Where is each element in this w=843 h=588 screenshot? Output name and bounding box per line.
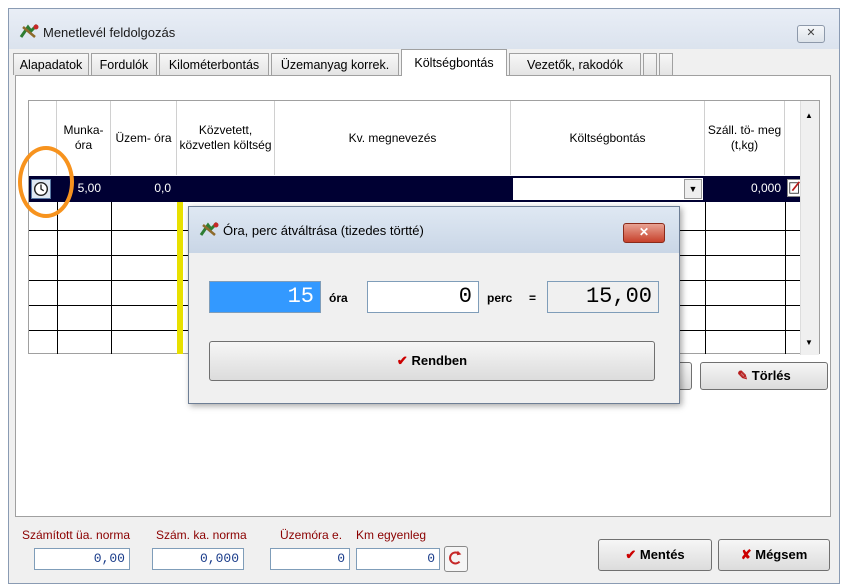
szamitott-label: Számított üa. norma bbox=[22, 528, 131, 542]
torles-label: Törlés bbox=[751, 368, 791, 383]
chevron-down-icon[interactable]: ▼ bbox=[684, 179, 702, 199]
dialog-close-button[interactable]: ✕ bbox=[623, 223, 665, 243]
tab-kilometerbontas[interactable]: Kilométerbontás bbox=[159, 53, 269, 75]
grid-selected-row[interactable]: 5,00 0,0 ▼ 0,000 bbox=[29, 176, 803, 202]
window-close-button[interactable]: ✕ bbox=[797, 25, 825, 43]
km-label: Km egyenleg bbox=[356, 528, 427, 542]
tab-alapadatok[interactable]: Alapadatok bbox=[13, 53, 89, 75]
megsem-label: Mégsem bbox=[755, 547, 808, 562]
hours-input[interactable]: 15 bbox=[209, 281, 321, 313]
tab-blank-2[interactable] bbox=[659, 53, 673, 75]
row-uzem-ora[interactable]: 0,0 bbox=[111, 181, 177, 195]
delete-icon: ✎ bbox=[737, 368, 749, 383]
grid-header-szall-tomeg[interactable]: Száll. tö- meg (t,kg) bbox=[705, 101, 785, 175]
rendben-button[interactable]: ✔ Rendben bbox=[209, 341, 655, 381]
mentes-button[interactable]: ✔ Mentés bbox=[598, 539, 712, 571]
highlight-ring bbox=[18, 146, 74, 218]
equals-sign: = bbox=[529, 291, 537, 305]
dialog-title-bar: Óra, perc átváltrása (tizedes törtté) ✕ bbox=[189, 207, 679, 253]
x-icon: ✘ bbox=[740, 547, 752, 562]
time-conversion-dialog: Óra, perc átváltrása (tizedes törtté) ✕ … bbox=[188, 206, 680, 404]
grid-line-yellow bbox=[177, 202, 183, 354]
grid-header-koltsegbontas[interactable]: Költségbontás bbox=[511, 101, 705, 175]
scroll-up-icon[interactable]: ▲ bbox=[805, 111, 813, 120]
tab-vezetok-rakodok[interactable]: Vezetők, rakodók bbox=[509, 53, 641, 75]
km-value: 0 bbox=[356, 548, 440, 570]
koltsegbontas-select[interactable]: ▼ bbox=[513, 178, 703, 200]
hours-label: óra bbox=[329, 291, 348, 305]
minutes-label: perc bbox=[487, 291, 513, 305]
app-icon bbox=[199, 221, 219, 236]
uzemora-label: Üzemóra e. bbox=[280, 528, 343, 542]
szam-ka-label: Szám. ka. norma bbox=[156, 528, 247, 542]
grid-line bbox=[111, 202, 112, 354]
refresh-icon[interactable] bbox=[444, 546, 468, 572]
grid-scrollbar[interactable]: ▲ ▼ bbox=[800, 101, 819, 355]
szamitott-value: 0,00 bbox=[34, 548, 130, 570]
szam-ka-value: 0,000 bbox=[152, 548, 244, 570]
checkmark-icon: ✔ bbox=[625, 547, 637, 562]
grid-header-uzem-ora[interactable]: Üzem- óra bbox=[111, 101, 177, 175]
torles-button[interactable]: ✎ Törlés bbox=[700, 362, 828, 390]
result-field: 15,00 bbox=[547, 281, 659, 313]
row-szall-tomeg[interactable]: 0,000 bbox=[705, 181, 785, 195]
grid-header-kozvetett[interactable]: Közvetett, közvetlen költség bbox=[177, 101, 275, 175]
grid-line bbox=[705, 202, 706, 354]
tab-uzemanyag-korrek[interactable]: Üzemanyag korrek. bbox=[271, 53, 399, 75]
grid-header-kv-megnevezes[interactable]: Kv. megnevezés bbox=[275, 101, 511, 175]
tab-blank-1[interactable] bbox=[643, 53, 657, 75]
tab-koltsegbontas[interactable]: Költségbontás bbox=[401, 49, 507, 76]
rendben-label: Rendben bbox=[411, 353, 468, 368]
scroll-down-icon[interactable]: ▼ bbox=[805, 338, 813, 347]
window-title: Menetlevél feldolgozás bbox=[43, 25, 176, 40]
app-icon bbox=[19, 23, 39, 38]
grid-line bbox=[57, 202, 58, 354]
tab-fordulok[interactable]: Fordulók bbox=[91, 53, 157, 75]
dialog-title: Óra, perc átváltrása (tizedes törtté) bbox=[223, 223, 424, 238]
checkmark-icon: ✔ bbox=[396, 353, 408, 368]
grid-line bbox=[785, 202, 786, 354]
title-bar: Menetlevél feldolgozás ✕ bbox=[9, 9, 839, 49]
megsem-button[interactable]: ✘ Mégsem bbox=[718, 539, 830, 571]
minutes-input[interactable]: 0 bbox=[367, 281, 479, 313]
uzemora-value: 0 bbox=[270, 548, 350, 570]
mentes-label: Mentés bbox=[639, 547, 685, 562]
